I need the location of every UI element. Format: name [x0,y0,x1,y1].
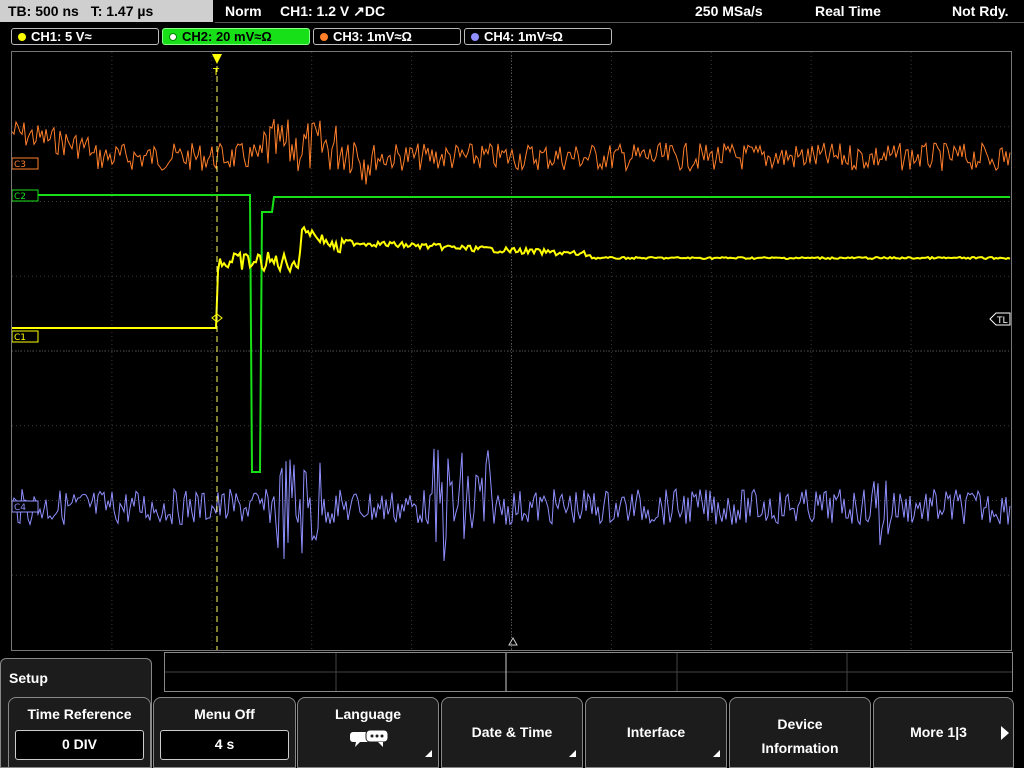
ch2-label: CH2: 20 mV≈Ω [182,29,272,44]
channel-tab-ch1[interactable]: CH1: 5 V≈ [11,28,159,45]
channel-tab-ch4[interactable]: CH4: 1mV≈Ω [464,28,612,45]
acquisition-mode: Real Time [815,3,881,19]
interface-button[interactable]: Interface [585,697,727,768]
ch2-ground-marker[interactable]: C2 [11,189,39,202]
trigger-status-bar[interactable]: Norm CH1: 1.2 V ↗DC 250 MSa/s Real Time … [215,0,1024,23]
device-information-button[interactable]: Device Information [729,697,871,768]
ch3-ground-marker[interactable]: C3 [11,157,39,170]
time-ruler-ticks [165,653,1012,691]
trigger-time-value: T: 1.47 µs [90,3,154,19]
channel-tab-ch3[interactable]: CH3: 1mV≈Ω [313,28,461,45]
trigger-pos-label: T [212,67,220,78]
ch4-marker-label: C4 [14,503,26,513]
ch1-label: CH1: 5 V≈ [31,29,92,44]
time-reference-marker [508,636,518,646]
waveform-display[interactable]: T C3 C2 C1 C4 TL [11,51,1012,651]
more-button[interactable]: More 1|3 [873,697,1014,768]
time-reference-label: Time Reference [27,706,132,722]
trigger-level-marker[interactable]: TL [989,312,1011,326]
language-label: Language [334,706,402,722]
submenu-arrow-icon [425,750,432,757]
waveform-canvas[interactable]: T C3 C2 C1 C4 TL [11,52,1011,650]
trigger-level-label: TL [996,316,1008,326]
device-info-line1: Device [777,716,823,732]
menu-off-label: Menu Off [194,706,255,722]
next-page-arrow-icon [1001,726,1009,740]
submenu-arrow-icon [569,750,576,757]
time-reference-value: 0 DIV [15,730,144,760]
more-label: More 1|3 [910,724,967,740]
language-button[interactable]: Language [297,697,439,768]
ch2-marker-label: C2 [14,192,26,202]
menu-off-value: 4 s [160,730,289,760]
trigger-position-marker[interactable] [212,54,222,64]
time-reference-button[interactable]: Time Reference 0 DIV [8,697,151,768]
ch1-ground-marker[interactable]: C1 [11,330,39,343]
ch4-color-dot [471,33,479,41]
ch4-label: CH4: 1mV≈Ω [484,29,563,44]
trigger-mode: Norm [225,3,262,19]
ch2-color-dot [169,33,177,41]
ch3-color-dot [320,33,328,41]
ch3-marker-label: C3 [14,160,26,170]
timebase-panel[interactable]: TB: 500 ns T: 1.47 µs [0,0,213,22]
date-time-label: Date & Time [471,724,553,740]
device-info-line2: Information [761,740,839,756]
ch3-label: CH3: 1mV≈Ω [333,29,412,44]
graticule [12,52,1011,650]
ch1-color-dot [18,33,26,41]
interface-label: Interface [626,724,686,740]
acquisition-state: Not Rdy. [952,3,1009,19]
speech-bubble-icon [350,730,389,747]
date-time-button[interactable]: Date & Time [441,697,583,768]
sample-rate: 250 MSa/s [695,3,763,19]
menu-off-button[interactable]: Menu Off 4 s [153,697,296,768]
trigger-info: CH1: 1.2 V ↗DC [280,3,386,19]
timebase-value: TB: 500 ns [8,3,79,19]
menu-title: Setup [9,670,48,686]
channel-tab-ch2[interactable]: CH2: 20 mV≈Ω [162,28,310,45]
submenu-arrow-icon [713,750,720,757]
ch4-ground-marker[interactable]: C4 [11,500,39,513]
time-ruler [164,652,1013,692]
ch1-marker-label: C1 [14,333,26,343]
